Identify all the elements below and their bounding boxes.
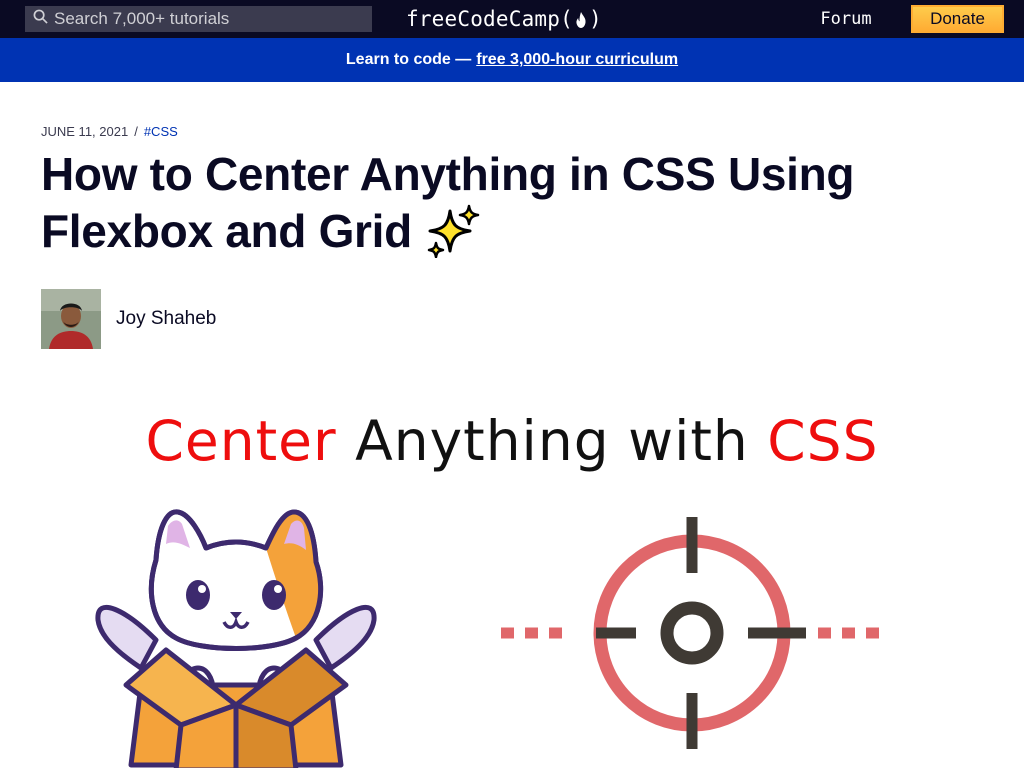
search-input[interactable] bbox=[54, 9, 354, 29]
crosshair-illustration bbox=[501, 517, 886, 749]
author-name[interactable]: Joy Shaheb bbox=[116, 308, 216, 330]
article-date: JUNE 11, 2021 bbox=[41, 123, 129, 139]
cat-in-box-illustration bbox=[95, 509, 377, 768]
feature-image: Center Anything with CSS bbox=[41, 395, 983, 768]
search-bar[interactable] bbox=[25, 6, 372, 32]
logo-text: freeCodeCamp( bbox=[406, 7, 573, 31]
article-meta: JUNE 11, 2021 / #CSS bbox=[41, 122, 178, 140]
forum-link[interactable]: Forum bbox=[812, 6, 880, 32]
freecodecamp-logo[interactable]: freeCodeCamp( ) bbox=[406, 5, 602, 33]
article-title: How to Center Anything in CSS Using Flex… bbox=[41, 146, 941, 262]
avatar[interactable] bbox=[41, 289, 101, 349]
article-tag[interactable]: #CSS bbox=[144, 124, 178, 139]
logo-paren: ) bbox=[588, 7, 602, 31]
meta-separator: / bbox=[134, 123, 138, 139]
sparkles-icon bbox=[422, 203, 482, 259]
feature-title-part1: Center bbox=[145, 409, 337, 473]
donate-button[interactable]: Donate bbox=[911, 5, 1004, 33]
feature-title-part3: CSS bbox=[767, 409, 879, 473]
feature-title-part2: Anything with bbox=[355, 409, 749, 473]
curriculum-banner: Learn to code — free 3,000-hour curricul… bbox=[0, 38, 1024, 82]
curriculum-link[interactable]: free 3,000-hour curriculum bbox=[476, 51, 678, 69]
feature-image-title: Center Anything with CSS bbox=[41, 409, 983, 473]
flame-icon bbox=[574, 10, 588, 28]
search-icon bbox=[33, 9, 48, 29]
top-navbar: freeCodeCamp( ) Forum Donate bbox=[0, 0, 1024, 38]
banner-prefix: Learn to code — bbox=[345, 51, 472, 68]
author-block: Joy Shaheb bbox=[41, 289, 216, 349]
